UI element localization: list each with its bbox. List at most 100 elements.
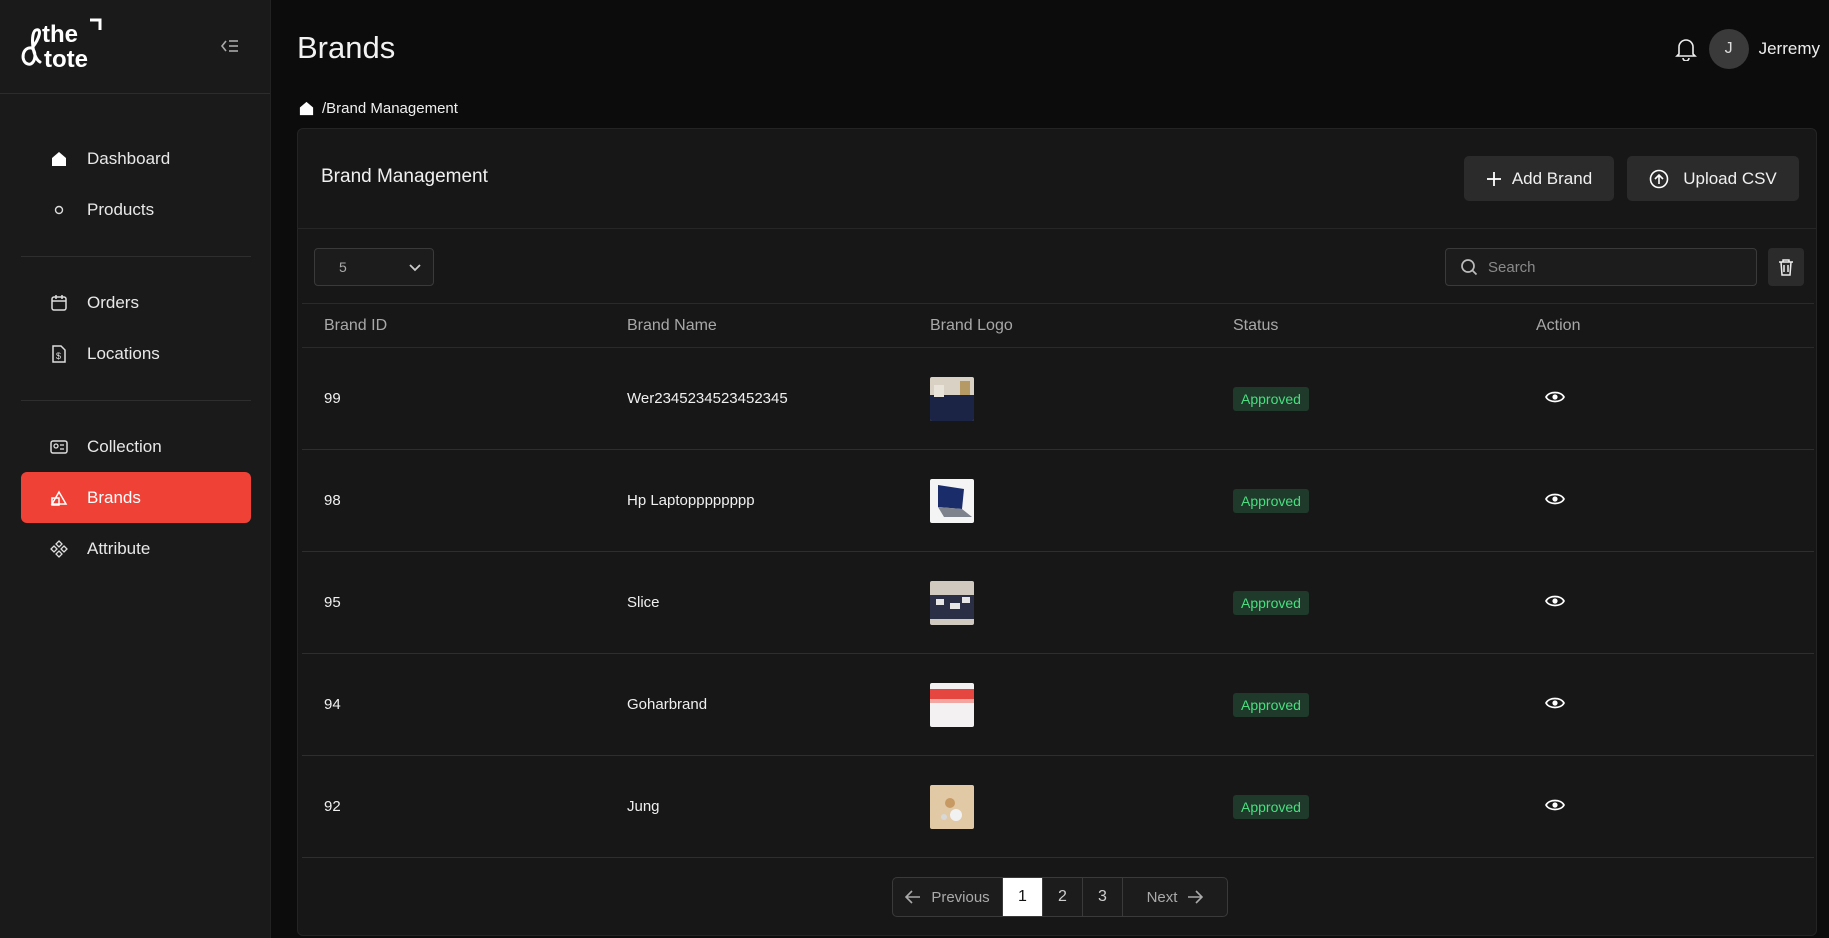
column-header-action: Action [1536,316,1581,334]
avatar[interactable]: J [1708,29,1749,69]
sidebar-item-label: Collection [87,436,162,456]
table-row: 98 Hp Laptopppppppp Approved [302,450,1814,552]
search-input[interactable] [1488,258,1738,276]
column-header-brand-logo[interactable]: Brand Logo [908,317,1211,335]
brand-id-cell: 92 [324,798,341,815]
breadcrumb-current: /Brand Management [322,100,458,117]
sidebar-item-locations[interactable]: $ Locations [21,328,251,379]
nav-divider [21,400,251,401]
file-dollar-icon: $ [49,344,69,364]
bell-icon [1674,39,1697,61]
plus-icon [1486,171,1502,187]
brand-logo-image [930,580,974,625]
eye-icon [1545,697,1565,708]
column-header-brand-id[interactable]: Brand ID [302,317,605,335]
brand-id-cell: 95 [324,594,341,611]
brands-table: Brand ID Brand Name Brand Logo Status Ac… [302,303,1814,858]
table-row: 94 Goharbrand Approved [302,654,1814,756]
column-header-status[interactable]: Status [1211,317,1514,335]
arrow-right-icon [1187,890,1204,904]
the-tote-logo[interactable]: the tote [18,18,110,72]
sidebar-item-brands[interactable]: Brands [21,472,251,523]
brand-logo-image [930,682,974,727]
notifications-button[interactable] [1673,36,1699,62]
view-button[interactable] [1545,594,1565,608]
brand-name-cell: Jung [627,798,660,815]
brand-name-cell: Slice [627,594,660,611]
user-name[interactable]: Jerremy [1759,39,1820,59]
upload-csv-label: Upload CSV [1683,168,1777,188]
next-label: Next [1146,888,1178,906]
sidebar-item-attribute[interactable]: Attribute [21,523,251,574]
view-button[interactable] [1545,492,1565,506]
brand-management-card: Brand Management Add Brand Upload CSV 5 [297,128,1817,936]
home-icon [49,149,69,169]
nav-group-orders: Orders $ Locations [21,277,251,379]
chevron-down-icon [407,259,423,278]
upload-csv-button[interactable]: Upload CSV [1627,156,1799,201]
arrow-left-icon [905,890,921,904]
view-button[interactable] [1545,696,1565,710]
status-badge: Approved [1233,488,1309,513]
sidebar-item-products[interactable]: Products [21,184,251,235]
logo-text-the: the [42,21,78,48]
breadcrumb-home-icon[interactable] [298,100,315,117]
brand-name-cell: Wer2345234523452345 [627,390,788,407]
sidebar-item-label: Orders [87,292,139,312]
card-header: Brand Management Add Brand Upload CSV [298,129,1816,229]
table-row: 92 Jung Approved [302,756,1814,858]
table-header: Brand ID Brand Name Brand Logo Status Ac… [302,303,1814,348]
brand-name-cell: Hp Laptopppppppp [627,492,755,509]
rows-per-page-value: 5 [339,259,347,275]
sidebar-item-label: Attribute [87,538,151,558]
view-button[interactable] [1545,390,1565,404]
logo-area: the tote [0,0,270,94]
trash-icon [1779,259,1793,276]
svg-text:$: $ [56,351,61,361]
add-brand-button[interactable]: Add Brand [1464,156,1614,201]
sidebar-item-label: Products [87,199,155,219]
page-title: Brands [297,30,396,65]
collapse-sidebar-button[interactable] [218,34,242,58]
sidebar-item-label: Brands [87,487,141,507]
column-header-brand-name[interactable]: Brand Name [605,317,908,335]
search-icon [1460,258,1478,276]
components-icon [49,539,69,559]
sidebar: the tote Dashboard Products Orders $ Loc… [0,0,271,938]
rows-per-page-select[interactable]: 5 [314,248,434,286]
brand-id-cell: 99 [324,390,341,407]
page-2-button[interactable]: 2 [1043,878,1083,916]
sidebar-item-dashboard[interactable]: Dashboard [21,133,251,184]
previous-page-button[interactable]: Previous [893,878,1003,916]
sidebar-item-orders[interactable]: Orders [21,277,251,328]
status-badge: Approved [1233,386,1309,411]
brands-icon [49,488,69,508]
card-title: Brand Management [321,166,488,187]
brand-id-cell: 94 [324,696,341,713]
table-row: 95 Slice Approved [302,552,1814,654]
sidebar-item-label: Locations [87,343,160,363]
logo-text-tote: tote [44,46,88,72]
delete-button[interactable] [1768,248,1804,286]
nav-divider [21,256,251,257]
table-row: 99 Wer2345234523452345 Approved [302,348,1814,450]
page-1-button[interactable]: 1 [1003,878,1043,916]
sidebar-item-collection[interactable]: Collection [21,421,251,472]
search-box[interactable] [1445,248,1757,286]
pagination: Previous 1 2 3 Next [892,877,1228,917]
page-3-button[interactable]: 3 [1083,878,1123,916]
eye-icon [1545,595,1565,606]
view-button[interactable] [1545,798,1565,812]
eye-icon [1545,799,1565,810]
next-page-button[interactable]: Next [1123,878,1227,916]
header-user-area: J Jerremy [1673,29,1820,69]
id-card-icon [49,437,69,457]
previous-label: Previous [931,888,990,906]
nav-group-catalog: Collection Brands Attribute [21,421,251,574]
calendar-icon [49,293,69,313]
brand-name-cell: Goharbrand [627,696,708,713]
brand-logo-image [930,376,974,421]
add-brand-label: Add Brand [1511,168,1593,188]
brand-logo-image [930,478,974,523]
brand-id-cell: 98 [324,492,341,509]
